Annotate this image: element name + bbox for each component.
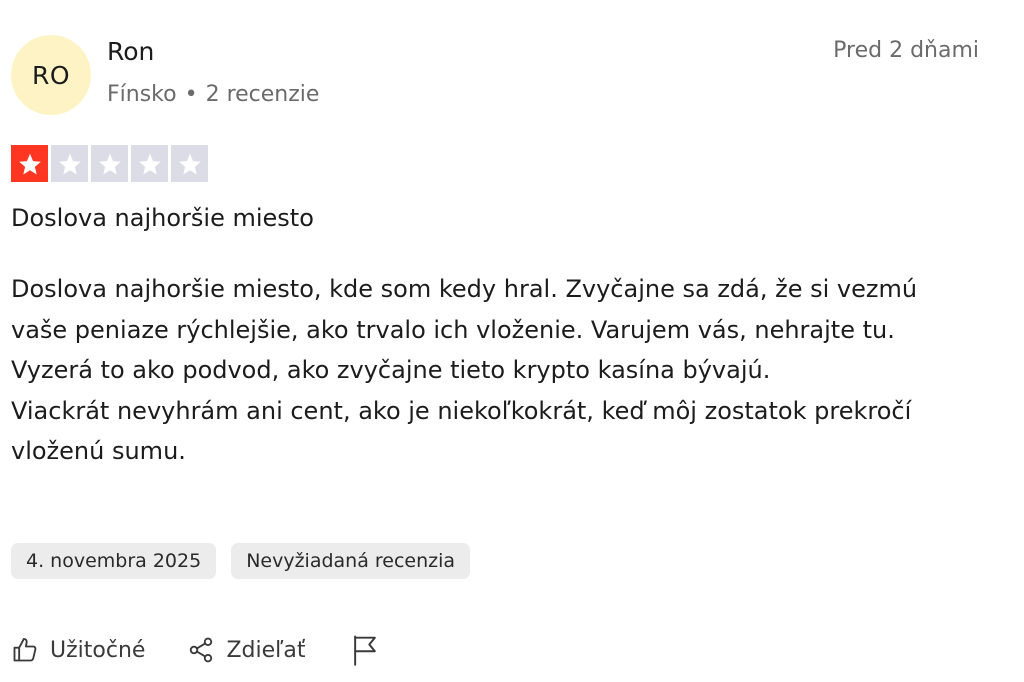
review-paragraph: Doslova najhoršie miesto, kde som kedy h… <box>11 275 918 384</box>
reviewer-name[interactable]: Ron <box>107 37 154 66</box>
useful-label: Užitočné <box>50 637 146 663</box>
meta-separator: • <box>184 82 198 107</box>
share-label: Zdieľať <box>226 637 306 663</box>
share-icon <box>187 636 215 664</box>
useful-button[interactable]: Užitočné <box>11 636 145 664</box>
review-paragraph: Viackrát nevyhrám ani cent, ako je nieko… <box>11 396 912 466</box>
reviewer-country: Fínsko <box>107 82 177 107</box>
review-actions: Užitočné Zdieľať <box>11 634 380 666</box>
star-icon <box>51 145 88 182</box>
reviewer-meta: Fínsko • 2 recenzie <box>107 82 319 107</box>
report-button[interactable] <box>350 634 380 666</box>
avatar: RO <box>11 35 91 115</box>
review-body: Doslova najhoršie miesto, kde som kedy h… <box>11 269 971 472</box>
star-icon <box>11 145 48 182</box>
star-icon <box>131 145 168 182</box>
review-type-tag: Nevyžiadaná recenzia <box>231 543 471 579</box>
star-rating <box>11 145 208 182</box>
star-icon <box>171 145 208 182</box>
review-tags: 4. novembra 2025 Nevyžiadaná recenzia <box>11 543 471 579</box>
review-card: RO Ron Fínsko • 2 recenzie Pred 2 dňami … <box>0 0 1024 682</box>
thumbs-up-icon <box>11 636 39 664</box>
share-button[interactable]: Zdieľať <box>187 636 305 664</box>
review-title: Doslova najhoršie miesto <box>11 204 314 232</box>
flag-icon <box>350 634 380 666</box>
avatar-initials: RO <box>31 60 71 90</box>
star-icon <box>91 145 128 182</box>
posted-ago: Pred 2 dňami <box>833 38 979 63</box>
date-tag: 4. novembra 2025 <box>11 543 217 579</box>
reviewer-review-count: 2 recenzie <box>205 82 320 107</box>
